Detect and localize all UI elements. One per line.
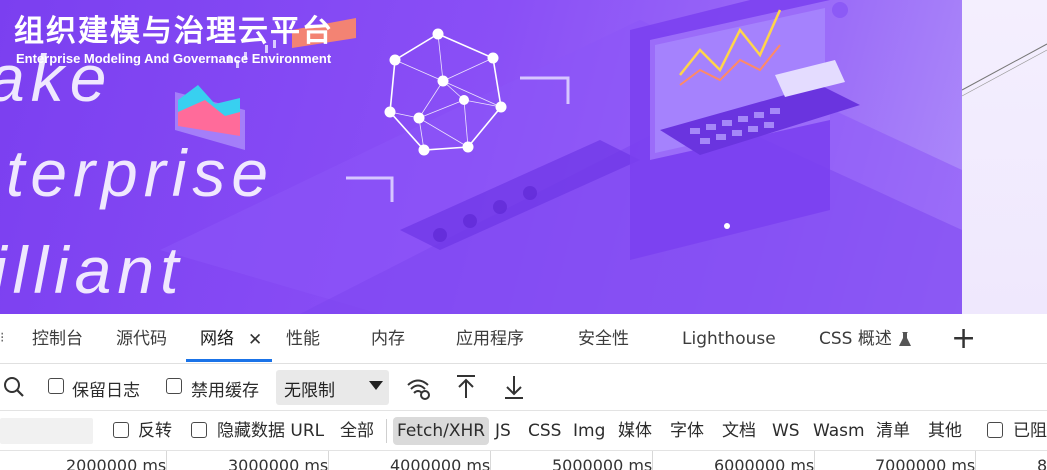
tab-lighthouse[interactable]: Lighthouse: [682, 314, 776, 364]
close-icon[interactable]: ✕: [248, 330, 262, 350]
slogan-line-2: terprise: [6, 136, 275, 210]
filter-type-media[interactable]: 媒体: [614, 417, 656, 445]
blocked-requests-label: 已阻: [1013, 421, 1047, 441]
filter-type-other[interactable]: 其他: [924, 417, 966, 445]
timeline-tick: 2000000 ms: [66, 456, 167, 470]
page: ake terprise illiant 组织建模与治理云平台 Enterpri…: [0, 0, 1047, 470]
blocked-requests-checkbox[interactable]: [987, 422, 1003, 438]
download-icon[interactable]: [503, 374, 525, 400]
platform-subtitle: Enterprise Modeling And Governance Envir…: [16, 51, 332, 66]
timeline-tick: 7000000 ms: [875, 456, 976, 470]
filter-type-fetch-xhr[interactable]: Fetch/XHR: [393, 417, 490, 445]
disable-cache-label: 禁用缓存: [191, 381, 259, 401]
filter-type-doc[interactable]: 文档: [718, 417, 760, 445]
platform-title: 组织建模与治理云平台: [14, 14, 334, 49]
overflow-edge-icon[interactable]: ⁝: [0, 330, 4, 350]
invert-label: 反转: [138, 421, 172, 441]
timeline-tick: 8: [1037, 456, 1047, 470]
filter-type-all[interactable]: 全部: [336, 417, 378, 445]
disable-cache-checkbox[interactable]: [166, 378, 182, 394]
filter-type-css[interactable]: CSS: [524, 417, 565, 445]
filter-type-font[interactable]: 字体: [666, 417, 708, 445]
timeline-tick: 3000000 ms: [228, 456, 329, 470]
plus-icon[interactable]: +: [951, 322, 976, 356]
flask-icon: [899, 332, 911, 346]
active-tab-indicator: [186, 359, 272, 362]
tab-memory[interactable]: 内存: [371, 314, 405, 364]
timeline-tick: 4000000 ms: [390, 456, 491, 470]
decorative-line: [962, 43, 1047, 97]
upload-icon[interactable]: [455, 374, 477, 400]
slogan-line-3: illiant: [0, 233, 185, 307]
search-icon[interactable]: [3, 376, 25, 398]
filter-input[interactable]: [0, 418, 93, 444]
tab-css-overview[interactable]: CSS 概述: [819, 314, 892, 364]
filter-type-img[interactable]: Img: [569, 417, 609, 445]
preserve-log-label: 保留日志: [72, 381, 140, 401]
wifi-gear-icon[interactable]: [406, 376, 432, 400]
tab-application[interactable]: 应用程序: [456, 314, 524, 364]
tab-network[interactable]: 网络: [200, 314, 234, 364]
throttling-value: 无限制: [284, 381, 335, 401]
hide-data-urls-checkbox[interactable]: [191, 422, 207, 438]
hero-banner: ake terprise illiant 组织建模与治理云平台 Enterpri…: [0, 0, 1047, 314]
filter-type-wasm[interactable]: Wasm: [809, 417, 869, 445]
tab-security[interactable]: 安全性: [578, 314, 629, 364]
timeline-tick: 6000000 ms: [714, 456, 815, 470]
timeline-tick: 5000000 ms: [552, 456, 653, 470]
filter-divider: [386, 419, 387, 443]
invert-checkbox[interactable]: [113, 422, 129, 438]
filter-type-ws[interactable]: WS: [768, 417, 804, 445]
caret-down-icon: [369, 381, 383, 390]
filter-type-manifest[interactable]: 清单: [872, 417, 914, 445]
tab-sources[interactable]: 源代码: [116, 314, 167, 364]
filter-type-js[interactable]: JS: [491, 417, 515, 445]
hide-data-urls-label: 隐藏数据 URL: [217, 421, 325, 441]
tab-console[interactable]: 控制台: [32, 314, 83, 364]
preserve-log-checkbox[interactable]: [48, 378, 64, 394]
tab-performance[interactable]: 性能: [286, 314, 320, 364]
